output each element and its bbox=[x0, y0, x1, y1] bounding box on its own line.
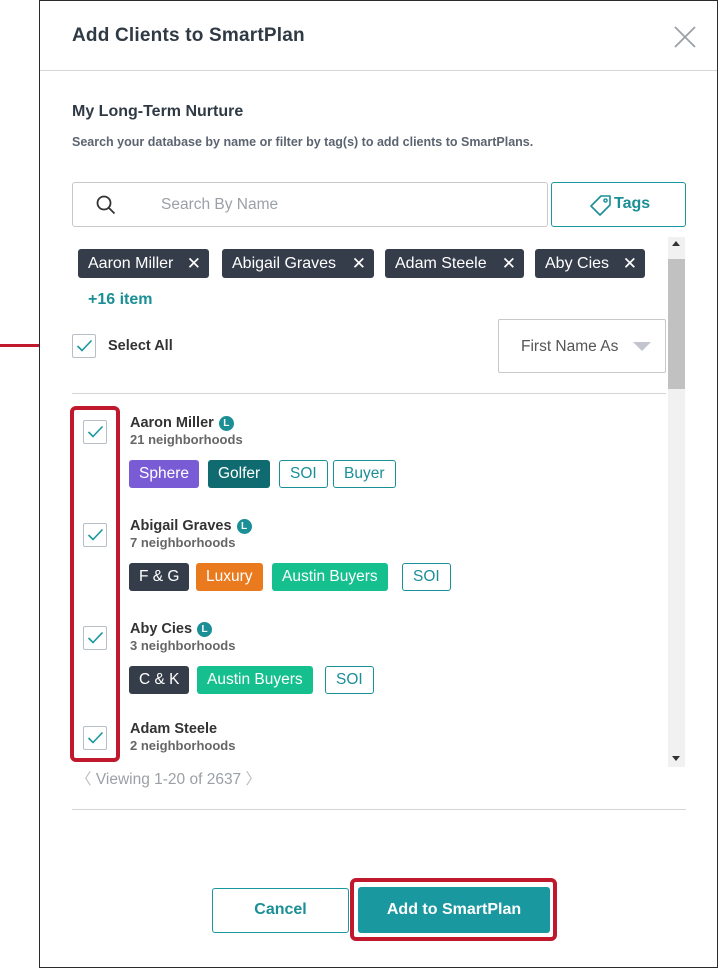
chip-label: Abigail Graves bbox=[232, 255, 337, 272]
selected-chip: Abigail Graves ✕ bbox=[222, 249, 374, 278]
scroll-up-arrow-icon[interactable] bbox=[672, 241, 680, 246]
client-tag: C & K bbox=[129, 666, 190, 694]
lead-badge-icon: L bbox=[218, 416, 234, 431]
selected-chip: Aby Cies ✕ bbox=[535, 249, 645, 278]
list-divider-top bbox=[72, 393, 666, 394]
sort-dropdown[interactable]: First Name As bbox=[498, 319, 666, 373]
cancel-button[interactable]: Cancel bbox=[212, 888, 349, 933]
client-name: Aaron Miller bbox=[130, 415, 214, 431]
tags-button-label: Tags bbox=[614, 195, 651, 212]
client-name-row: Aaron Miller L bbox=[130, 415, 234, 431]
search-field[interactable] bbox=[72, 182, 548, 227]
scroll-down-arrow-icon[interactable] bbox=[672, 756, 680, 761]
list-scrollbar[interactable] bbox=[668, 237, 685, 767]
client-neighborhoods: 21 neighborhoods bbox=[130, 432, 243, 447]
dialog-title: Add Clients to SmartPlan bbox=[72, 25, 305, 46]
dialog-header: Add Clients to SmartPlan bbox=[40, 1, 717, 71]
select-all-label: Select All bbox=[108, 338, 173, 354]
client-tag: F & G bbox=[129, 563, 190, 591]
client-neighborhoods: 3 neighborhoods bbox=[130, 638, 236, 653]
pagination-label: Viewing 1-20 of 2637 bbox=[95, 771, 242, 788]
tag-icon bbox=[588, 193, 614, 217]
client-neighborhoods: 7 neighborhoods bbox=[130, 535, 236, 550]
add-clients-dialog: Add Clients to SmartPlan My Long-Term Nu… bbox=[39, 0, 718, 968]
client-name-row: Aby Cies L bbox=[130, 621, 213, 637]
lead-badge-icon: L bbox=[197, 622, 213, 637]
chip-remove-icon[interactable]: ✕ bbox=[502, 249, 516, 278]
client-name: Adam Steele bbox=[130, 721, 218, 737]
footer-divider bbox=[72, 809, 686, 810]
selected-chip: Adam Steele ✕ bbox=[385, 249, 524, 278]
client-tag: SOI bbox=[325, 666, 374, 694]
next-page-icon[interactable]: 〉 bbox=[246, 771, 262, 788]
section-subtitle: Search your database by name or filter b… bbox=[72, 135, 534, 149]
annotation-highlight-add-button bbox=[350, 878, 557, 941]
chip-remove-icon[interactable]: ✕ bbox=[352, 249, 366, 278]
client-tag: Golfer bbox=[208, 460, 271, 488]
lead-badge-icon: L bbox=[236, 519, 252, 534]
client-tag: Buyer bbox=[333, 460, 396, 488]
pagination: 〈 Viewing 1-20 of 2637 〉 bbox=[76, 767, 261, 789]
client-name: Aby Cies bbox=[130, 621, 193, 637]
chip-remove-icon[interactable]: ✕ bbox=[623, 249, 637, 278]
client-neighborhoods: 2 neighborhoods bbox=[130, 738, 236, 753]
search-input[interactable] bbox=[161, 193, 531, 217]
client-tag: Sphere bbox=[129, 460, 199, 488]
more-items-link[interactable]: +16 item bbox=[88, 291, 152, 309]
chip-label: Adam Steele bbox=[395, 255, 487, 272]
client-tag: SOI bbox=[279, 460, 328, 488]
client-tag: Luxury bbox=[196, 563, 263, 591]
chip-remove-icon[interactable]: ✕ bbox=[187, 249, 201, 278]
annotation-highlight-checkboxes bbox=[70, 406, 120, 762]
chip-label: Aaron Miller bbox=[88, 255, 174, 272]
chip-label: Aby Cies bbox=[545, 255, 610, 272]
section-title: My Long-Term Nurture bbox=[72, 103, 244, 120]
prev-page-icon[interactable]: 〈 bbox=[76, 771, 92, 788]
chevron-down-icon bbox=[633, 342, 651, 351]
client-tag: Austin Buyers bbox=[197, 666, 313, 694]
client-tag: SOI bbox=[402, 563, 451, 591]
client-tag: Austin Buyers bbox=[272, 563, 388, 591]
close-icon[interactable] bbox=[671, 23, 699, 51]
selected-chip: Aaron Miller ✕ bbox=[78, 249, 209, 278]
tags-filter-button[interactable]: Tags bbox=[551, 182, 686, 227]
client-name-row: Abigail Graves L bbox=[130, 518, 252, 534]
sort-value: First Name As bbox=[521, 338, 619, 355]
client-name: Abigail Graves bbox=[130, 518, 232, 534]
scroll-thumb[interactable] bbox=[668, 259, 685, 389]
select-all-checkbox[interactable] bbox=[72, 334, 96, 358]
search-icon bbox=[95, 194, 117, 216]
